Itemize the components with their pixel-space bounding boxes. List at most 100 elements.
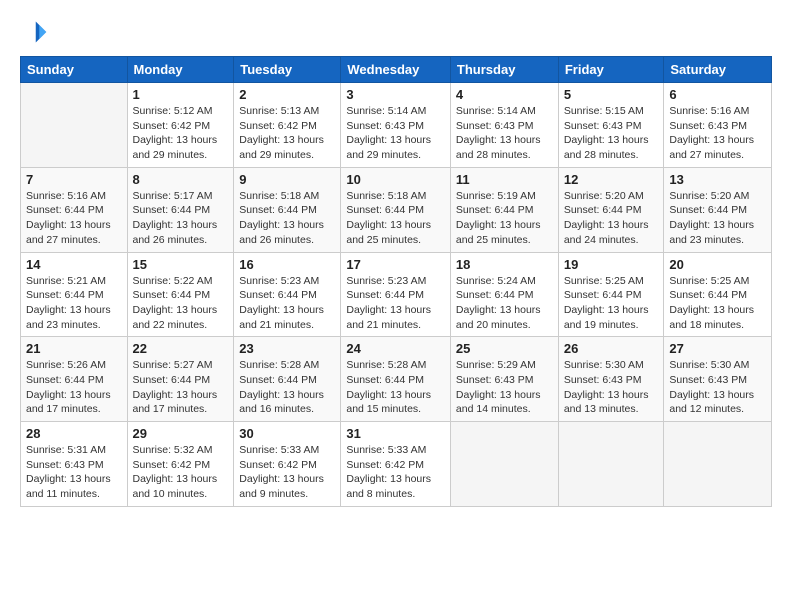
day-info: Sunrise: 5:13 AM Sunset: 6:42 PM Dayligh… <box>239 104 335 163</box>
day-info: Sunrise: 5:18 AM Sunset: 6:44 PM Dayligh… <box>346 189 445 248</box>
header-cell-sunday: Sunday <box>21 57 128 83</box>
calendar-table: SundayMondayTuesdayWednesdayThursdayFrid… <box>20 56 772 507</box>
day-number: 14 <box>26 257 122 272</box>
calendar-cell: 4Sunrise: 5:14 AM Sunset: 6:43 PM Daylig… <box>450 83 558 168</box>
day-number: 18 <box>456 257 553 272</box>
day-number: 2 <box>239 87 335 102</box>
header-cell-wednesday: Wednesday <box>341 57 451 83</box>
calendar-cell: 30 Sunrise: 5:33 AM Sunset: 6:42 PM Dayli… <box>234 422 341 507</box>
day-number: 27 <box>669 341 766 356</box>
day-number: 30 <box>239 426 335 441</box>
day-info: Sunrise: 5:32 AM Sunset: 6:42 PM Dayligh… <box>133 443 229 502</box>
day-info: Sunrise: 5:20 AM Sunset: 6:44 PM Dayligh… <box>564 189 659 248</box>
logo-icon <box>20 18 48 46</box>
calendar-cell: 7 Sunrise: 5:16 AM Sunset: 6:44 PM Daylig… <box>21 167 128 252</box>
calendar-cell: 18 Sunrise: 5:24 AM Sunset: 6:44 PM Dayli… <box>450 252 558 337</box>
day-number: 17 <box>346 257 445 272</box>
week-row-4: 28Sunrise: 5:31 AM Sunset: 6:43 PM Dayli… <box>21 422 772 507</box>
calendar-cell: 29 Sunrise: 5:32 AM Sunset: 6:42 PM Dayli… <box>127 422 234 507</box>
day-info: Sunrise: 5:15 AM Sunset: 6:43 PM Dayligh… <box>564 104 659 163</box>
header-cell-monday: Monday <box>127 57 234 83</box>
day-info: Sunrise: 5:21 AM Sunset: 6:44 PM Dayligh… <box>26 274 122 333</box>
week-row-2: 14 Sunrise: 5:21 AM Sunset: 6:44 PM Dayli… <box>21 252 772 337</box>
calendar-cell: 21 Sunrise: 5:26 AM Sunset: 6:44 PM Dayli… <box>21 337 128 422</box>
day-number: 7 <box>26 172 122 187</box>
calendar-cell: 24 Sunrise: 5:28 AM Sunset: 6:44 PM Dayli… <box>341 337 451 422</box>
day-number: 23 <box>239 341 335 356</box>
day-info: Sunrise: 5:25 AM Sunset: 6:44 PM Dayligh… <box>564 274 659 333</box>
day-number: 1 <box>133 87 229 102</box>
calendar-cell: 10 Sunrise: 5:18 AM Sunset: 6:44 PM Dayli… <box>341 167 451 252</box>
header-cell-friday: Friday <box>558 57 664 83</box>
calendar-cell: 31 Sunrise: 5:33 AM Sunset: 6:42 PM Dayli… <box>341 422 451 507</box>
calendar-cell: 17 Sunrise: 5:23 AM Sunset: 6:44 PM Dayli… <box>341 252 451 337</box>
logo <box>20 18 50 46</box>
calendar-cell <box>664 422 772 507</box>
day-number: 11 <box>456 172 553 187</box>
day-info: Sunrise: 5:14 AM Sunset: 6:43 PM Dayligh… <box>456 104 553 163</box>
day-number: 9 <box>239 172 335 187</box>
calendar-cell: 23Sunrise: 5:28 AM Sunset: 6:44 PM Dayli… <box>234 337 341 422</box>
day-info: Sunrise: 5:22 AM Sunset: 6:44 PM Dayligh… <box>133 274 229 333</box>
day-number: 24 <box>346 341 445 356</box>
calendar-cell: 9 Sunrise: 5:18 AM Sunset: 6:44 PM Daylig… <box>234 167 341 252</box>
calendar-cell: 3 Sunrise: 5:14 AM Sunset: 6:43 PM Daylig… <box>341 83 451 168</box>
header <box>20 18 772 46</box>
calendar-cell: 28Sunrise: 5:31 AM Sunset: 6:43 PM Dayli… <box>21 422 128 507</box>
day-number: 25 <box>456 341 553 356</box>
day-number: 29 <box>133 426 229 441</box>
day-info: Sunrise: 5:20 AM Sunset: 6:44 PM Dayligh… <box>669 189 766 248</box>
calendar-cell: 25Sunrise: 5:29 AM Sunset: 6:43 PM Dayli… <box>450 337 558 422</box>
day-number: 10 <box>346 172 445 187</box>
calendar-cell: 13 Sunrise: 5:20 AM Sunset: 6:44 PM Dayli… <box>664 167 772 252</box>
calendar-cell: 16 Sunrise: 5:23 AM Sunset: 6:44 PM Dayli… <box>234 252 341 337</box>
day-info: Sunrise: 5:19 AM Sunset: 6:44 PM Dayligh… <box>456 189 553 248</box>
day-number: 8 <box>133 172 229 187</box>
day-number: 15 <box>133 257 229 272</box>
day-info: Sunrise: 5:17 AM Sunset: 6:44 PM Dayligh… <box>133 189 229 248</box>
calendar-cell: 22 Sunrise: 5:27 AM Sunset: 6:44 PM Dayli… <box>127 337 234 422</box>
day-number: 21 <box>26 341 122 356</box>
day-number: 13 <box>669 172 766 187</box>
day-number: 12 <box>564 172 659 187</box>
calendar-cell: 26 Sunrise: 5:30 AM Sunset: 6:43 PM Dayli… <box>558 337 664 422</box>
day-number: 26 <box>564 341 659 356</box>
day-info: Sunrise: 5:23 AM Sunset: 6:44 PM Dayligh… <box>239 274 335 333</box>
day-info: Sunrise: 5:28 AM Sunset: 6:44 PM Dayligh… <box>346 358 445 417</box>
day-number: 19 <box>564 257 659 272</box>
week-row-0: 1Sunrise: 5:12 AM Sunset: 6:42 PM Daylig… <box>21 83 772 168</box>
day-info: Sunrise: 5:16 AM Sunset: 6:44 PM Dayligh… <box>26 189 122 248</box>
day-info: Sunrise: 5:30 AM Sunset: 6:43 PM Dayligh… <box>564 358 659 417</box>
calendar-cell <box>558 422 664 507</box>
calendar-cell: 8 Sunrise: 5:17 AM Sunset: 6:44 PM Daylig… <box>127 167 234 252</box>
header-cell-thursday: Thursday <box>450 57 558 83</box>
day-info: Sunrise: 5:14 AM Sunset: 6:43 PM Dayligh… <box>346 104 445 163</box>
day-info: Sunrise: 5:27 AM Sunset: 6:44 PM Dayligh… <box>133 358 229 417</box>
calendar-cell: 5 Sunrise: 5:15 AM Sunset: 6:43 PM Daylig… <box>558 83 664 168</box>
day-number: 31 <box>346 426 445 441</box>
calendar-cell: 1Sunrise: 5:12 AM Sunset: 6:42 PM Daylig… <box>127 83 234 168</box>
calendar-cell: 11 Sunrise: 5:19 AM Sunset: 6:44 PM Dayli… <box>450 167 558 252</box>
day-number: 28 <box>26 426 122 441</box>
day-number: 22 <box>133 341 229 356</box>
day-info: Sunrise: 5:18 AM Sunset: 6:44 PM Dayligh… <box>239 189 335 248</box>
day-number: 16 <box>239 257 335 272</box>
day-info: Sunrise: 5:30 AM Sunset: 6:43 PM Dayligh… <box>669 358 766 417</box>
day-number: 3 <box>346 87 445 102</box>
day-number: 6 <box>669 87 766 102</box>
header-row: SundayMondayTuesdayWednesdayThursdayFrid… <box>21 57 772 83</box>
day-info: Sunrise: 5:26 AM Sunset: 6:44 PM Dayligh… <box>26 358 122 417</box>
day-info: Sunrise: 5:23 AM Sunset: 6:44 PM Dayligh… <box>346 274 445 333</box>
calendar-cell: 12 Sunrise: 5:20 AM Sunset: 6:44 PM Dayli… <box>558 167 664 252</box>
calendar-cell: 6Sunrise: 5:16 AM Sunset: 6:43 PM Daylig… <box>664 83 772 168</box>
day-info: Sunrise: 5:25 AM Sunset: 6:44 PM Dayligh… <box>669 274 766 333</box>
header-cell-tuesday: Tuesday <box>234 57 341 83</box>
calendar-cell: 20Sunrise: 5:25 AM Sunset: 6:44 PM Dayli… <box>664 252 772 337</box>
day-info: Sunrise: 5:33 AM Sunset: 6:42 PM Dayligh… <box>239 443 335 502</box>
calendar-cell <box>450 422 558 507</box>
week-row-1: 7 Sunrise: 5:16 AM Sunset: 6:44 PM Daylig… <box>21 167 772 252</box>
day-info: Sunrise: 5:24 AM Sunset: 6:44 PM Dayligh… <box>456 274 553 333</box>
day-info: Sunrise: 5:33 AM Sunset: 6:42 PM Dayligh… <box>346 443 445 502</box>
calendar-cell: 14 Sunrise: 5:21 AM Sunset: 6:44 PM Dayli… <box>21 252 128 337</box>
day-number: 5 <box>564 87 659 102</box>
